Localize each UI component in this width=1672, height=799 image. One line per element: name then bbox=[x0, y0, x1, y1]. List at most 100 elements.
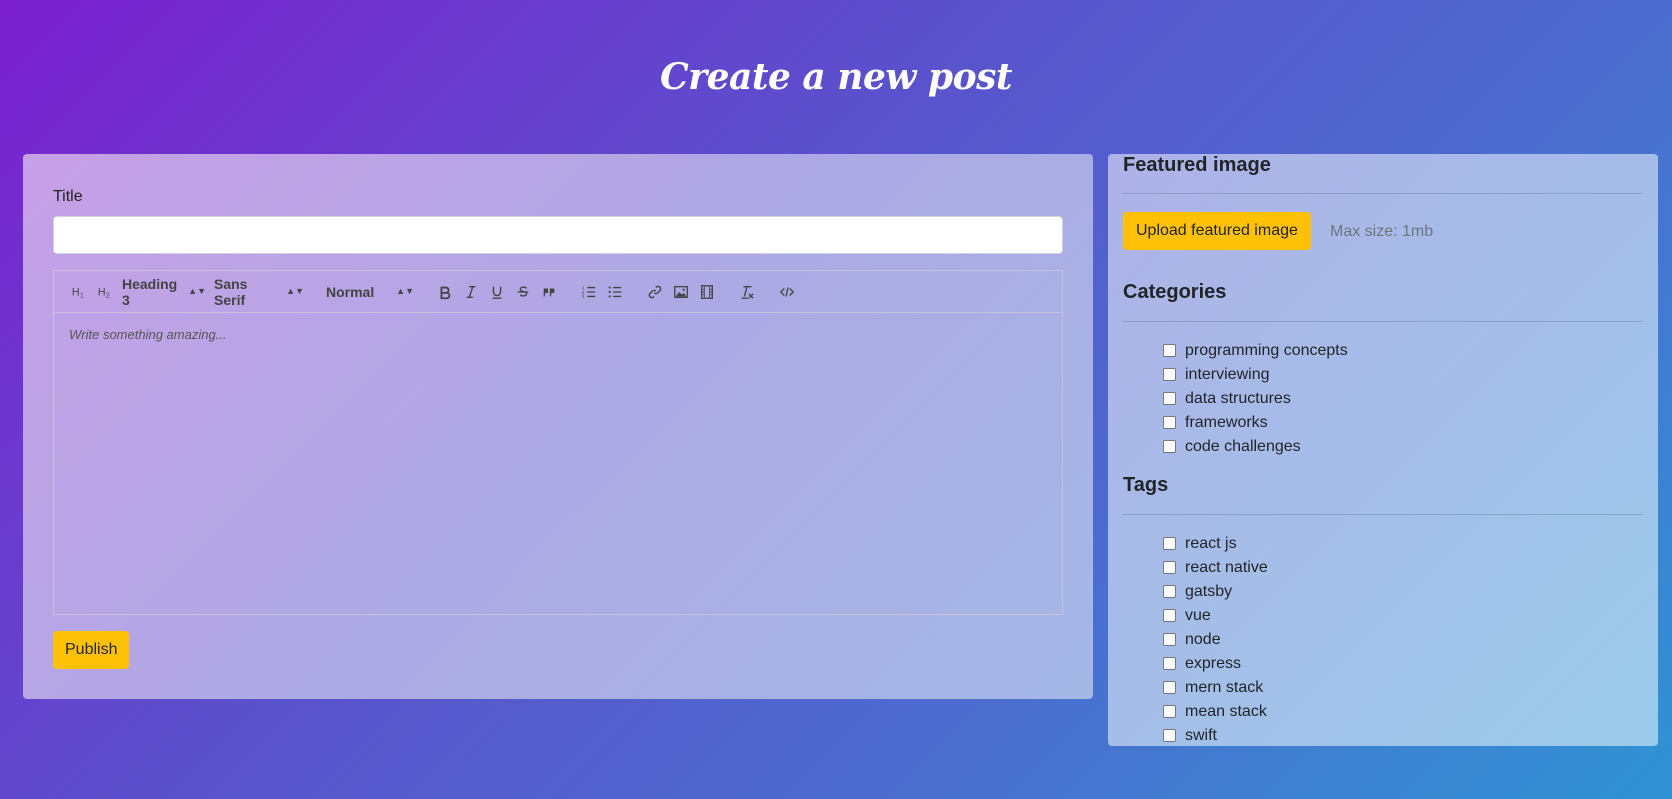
svg-text:3: 3 bbox=[582, 294, 585, 299]
category-item: programming concepts bbox=[1163, 339, 1348, 363]
tag-label: mern stack bbox=[1185, 679, 1264, 696]
max-size-note: Max size: 1mb bbox=[1330, 223, 1434, 240]
categories-heading: Categories bbox=[1123, 281, 1227, 303]
select-arrows-icon: ▲▼ bbox=[286, 286, 304, 296]
upload-featured-image-button[interactable]: Upload featured image bbox=[1123, 212, 1311, 250]
tag-item: express bbox=[1163, 652, 1268, 676]
tag-checkbox[interactable] bbox=[1163, 608, 1176, 622]
quote-icon bbox=[543, 287, 555, 296]
tag-checkbox[interactable] bbox=[1163, 584, 1176, 598]
title-label: Title bbox=[53, 188, 83, 205]
tag-item: swift bbox=[1163, 724, 1268, 746]
italic-icon bbox=[466, 285, 476, 298]
category-label: code challenges bbox=[1185, 438, 1301, 455]
category-item: code challenges bbox=[1163, 435, 1348, 459]
strike-button[interactable] bbox=[510, 280, 536, 304]
image-icon bbox=[674, 285, 688, 298]
category-label: programming concepts bbox=[1185, 342, 1348, 359]
tag-checkbox[interactable] bbox=[1163, 656, 1176, 670]
category-item: interviewing bbox=[1163, 363, 1348, 387]
video-button[interactable] bbox=[694, 280, 720, 304]
tag-item: mean stack bbox=[1163, 700, 1268, 724]
ordered-list-button[interactable]: 123 bbox=[576, 280, 602, 304]
heading-select[interactable]: Heading 3 ▲▼ bbox=[118, 276, 210, 308]
category-label: data structures bbox=[1185, 390, 1291, 407]
bullet-list-icon bbox=[608, 285, 622, 298]
tag-checkbox[interactable] bbox=[1163, 560, 1176, 574]
tag-item: vue bbox=[1163, 604, 1268, 628]
size-select-value: Normal bbox=[326, 283, 375, 300]
tag-label: swift bbox=[1185, 727, 1217, 744]
rich-text-editor[interactable]: Write something amazing... bbox=[53, 313, 1063, 615]
tag-label: express bbox=[1185, 655, 1242, 672]
divider bbox=[1123, 193, 1643, 194]
tag-checkbox[interactable] bbox=[1163, 728, 1176, 742]
heading1-icon: H1 bbox=[72, 286, 84, 299]
tag-item: react native bbox=[1163, 556, 1268, 580]
category-checkbox[interactable] bbox=[1163, 415, 1176, 429]
heading1-button[interactable]: H1 bbox=[66, 280, 92, 304]
featured-image-heading: Featured image bbox=[1123, 154, 1271, 176]
editor-placeholder: Write something amazing... bbox=[69, 327, 227, 342]
svg-text:H: H bbox=[72, 286, 80, 298]
link-icon bbox=[648, 285, 662, 298]
tag-label: mean stack bbox=[1185, 703, 1267, 720]
tag-label: react native bbox=[1185, 559, 1268, 576]
tag-checkbox[interactable] bbox=[1163, 680, 1176, 694]
category-checkbox[interactable] bbox=[1163, 367, 1176, 381]
blockquote-button[interactable] bbox=[536, 280, 562, 304]
size-select[interactable]: Normal ▲▼ bbox=[322, 280, 418, 304]
tag-label: react js bbox=[1185, 535, 1237, 552]
tag-checkbox[interactable] bbox=[1163, 704, 1176, 718]
tags-heading: Tags bbox=[1123, 474, 1169, 496]
bullet-list-button[interactable] bbox=[602, 280, 628, 304]
italic-button[interactable] bbox=[458, 280, 484, 304]
tag-checkbox[interactable] bbox=[1163, 536, 1176, 550]
tag-label: gatsby bbox=[1185, 583, 1233, 600]
tag-checkbox[interactable] bbox=[1163, 632, 1176, 646]
tag-label: node bbox=[1185, 631, 1221, 648]
heading2-icon: H2 bbox=[98, 286, 110, 299]
tag-item: gatsby bbox=[1163, 580, 1268, 604]
underline-icon bbox=[492, 286, 502, 299]
bold-button[interactable] bbox=[432, 280, 458, 304]
title-input[interactable] bbox=[53, 216, 1063, 254]
editor-toolbar: H1 H2 Heading 3 ▲▼ Sans Serif ▲▼ Normal … bbox=[53, 270, 1063, 313]
category-checkbox[interactable] bbox=[1163, 439, 1176, 453]
heading-select-value: Heading 3 bbox=[122, 275, 178, 308]
code-icon bbox=[779, 286, 795, 297]
clean-format-button[interactable] bbox=[734, 280, 760, 304]
editor-card: Title H1 H2 Heading 3 ▲▼ Sans Serif ▲▼ N… bbox=[23, 154, 1093, 699]
bold-icon bbox=[440, 286, 451, 299]
page-title: Create a new post bbox=[660, 56, 1012, 98]
svg-text:1: 1 bbox=[80, 291, 84, 299]
category-checkbox[interactable] bbox=[1163, 391, 1176, 405]
svg-text:2: 2 bbox=[106, 291, 110, 299]
sidebar-card: Featured image Upload featured image Max… bbox=[1108, 154, 1658, 746]
category-item: data structures bbox=[1163, 387, 1348, 411]
divider bbox=[1123, 321, 1643, 322]
ordered-list-icon: 123 bbox=[582, 285, 596, 299]
tag-label: vue bbox=[1185, 607, 1211, 624]
font-select[interactable]: Sans Serif ▲▼ bbox=[210, 276, 308, 308]
code-button[interactable] bbox=[774, 280, 800, 304]
tag-item: react js bbox=[1163, 532, 1268, 556]
video-icon bbox=[701, 284, 713, 299]
heading2-button[interactable]: H2 bbox=[92, 280, 118, 304]
image-button[interactable] bbox=[668, 280, 694, 304]
divider bbox=[1123, 514, 1643, 515]
strikethrough-icon bbox=[517, 286, 529, 297]
clear-formatting-icon bbox=[741, 285, 754, 299]
tags-list: react js react native gatsby vue node ex… bbox=[1163, 532, 1268, 746]
publish-button[interactable]: Publish bbox=[53, 631, 130, 669]
category-item: frameworks bbox=[1163, 411, 1348, 435]
category-label: frameworks bbox=[1185, 414, 1268, 431]
category-label: interviewing bbox=[1185, 366, 1270, 383]
tag-item: mern stack bbox=[1163, 676, 1268, 700]
category-checkbox[interactable] bbox=[1163, 343, 1176, 357]
underline-button[interactable] bbox=[484, 280, 510, 304]
font-select-value: Sans Serif bbox=[214, 275, 248, 308]
link-button[interactable] bbox=[642, 280, 668, 304]
categories-list: programming concepts interviewing data s… bbox=[1163, 339, 1348, 459]
select-arrows-icon: ▲▼ bbox=[396, 286, 414, 296]
